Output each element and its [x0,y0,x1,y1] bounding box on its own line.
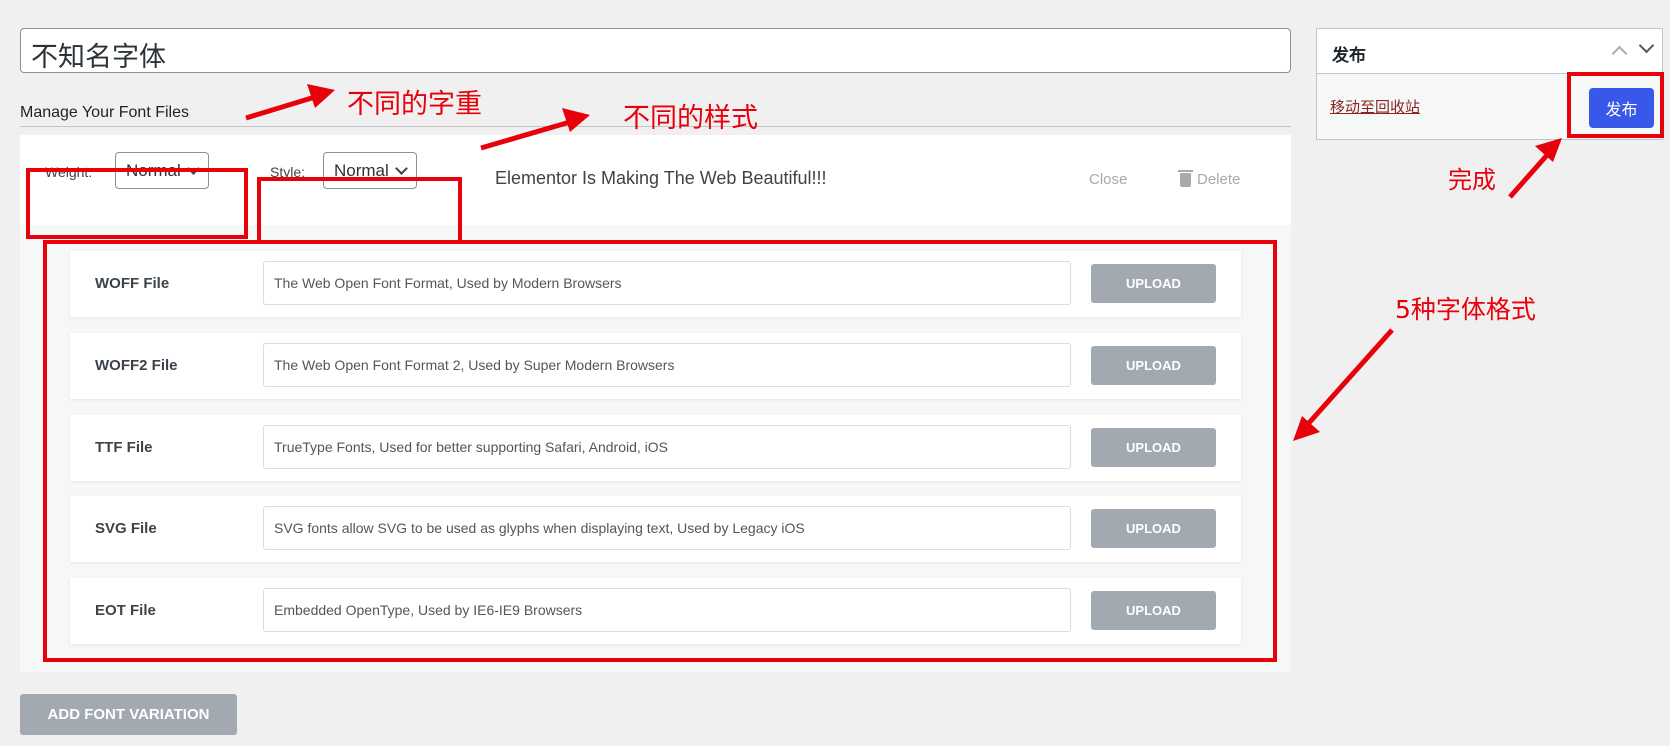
annotation-weight: 不同的字重 [347,89,482,120]
arrow-head [307,84,335,108]
arrow-icon [1508,152,1550,199]
arrow-icon [1306,328,1394,426]
annotation-arrows [245,84,1562,441]
annotation-style: 不同的样式 [623,103,758,134]
arrow-head [1293,416,1320,441]
arrow-head [562,108,590,132]
annotation-formats: 5种字体格式 [1395,295,1536,324]
arrow-icon [480,119,571,151]
annotation-done: 完成 [1448,166,1496,194]
arrow-head [1535,138,1562,162]
arrow-icon [245,94,316,121]
